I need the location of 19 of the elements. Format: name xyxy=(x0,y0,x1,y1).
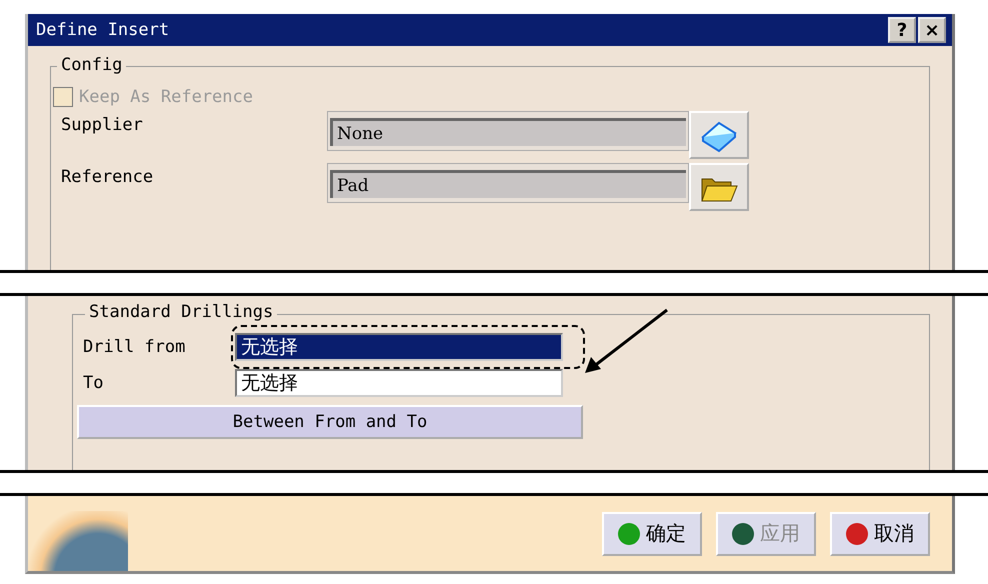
field-label: Reference xyxy=(61,166,154,187)
field-label: Supplier xyxy=(61,114,144,135)
text-field[interactable]: Pad xyxy=(330,170,686,198)
text-field[interactable]: None xyxy=(330,118,686,146)
help-button[interactable]: ? xyxy=(888,17,916,43)
group-legend: Standard Drillings xyxy=(85,302,278,322)
between-button[interactable]: Between From and To xyxy=(77,405,583,439)
icon-button[interactable] xyxy=(689,163,749,211)
dialog-button[interactable]: 取消 xyxy=(830,512,930,556)
window-title: Define Insert xyxy=(36,20,170,40)
selection-field[interactable]: 无选择 xyxy=(235,333,563,361)
close-button[interactable]: × xyxy=(918,17,946,43)
selection-field[interactable]: 无选择 xyxy=(235,369,563,397)
dialog-button[interactable]: 确定 xyxy=(602,512,702,556)
group-legend: Config xyxy=(57,55,126,75)
field-label: To xyxy=(83,373,104,393)
checkbox-label: Keep As Reference xyxy=(79,87,253,107)
field-label: Drill from xyxy=(83,337,186,357)
icon-button[interactable] xyxy=(689,111,749,159)
